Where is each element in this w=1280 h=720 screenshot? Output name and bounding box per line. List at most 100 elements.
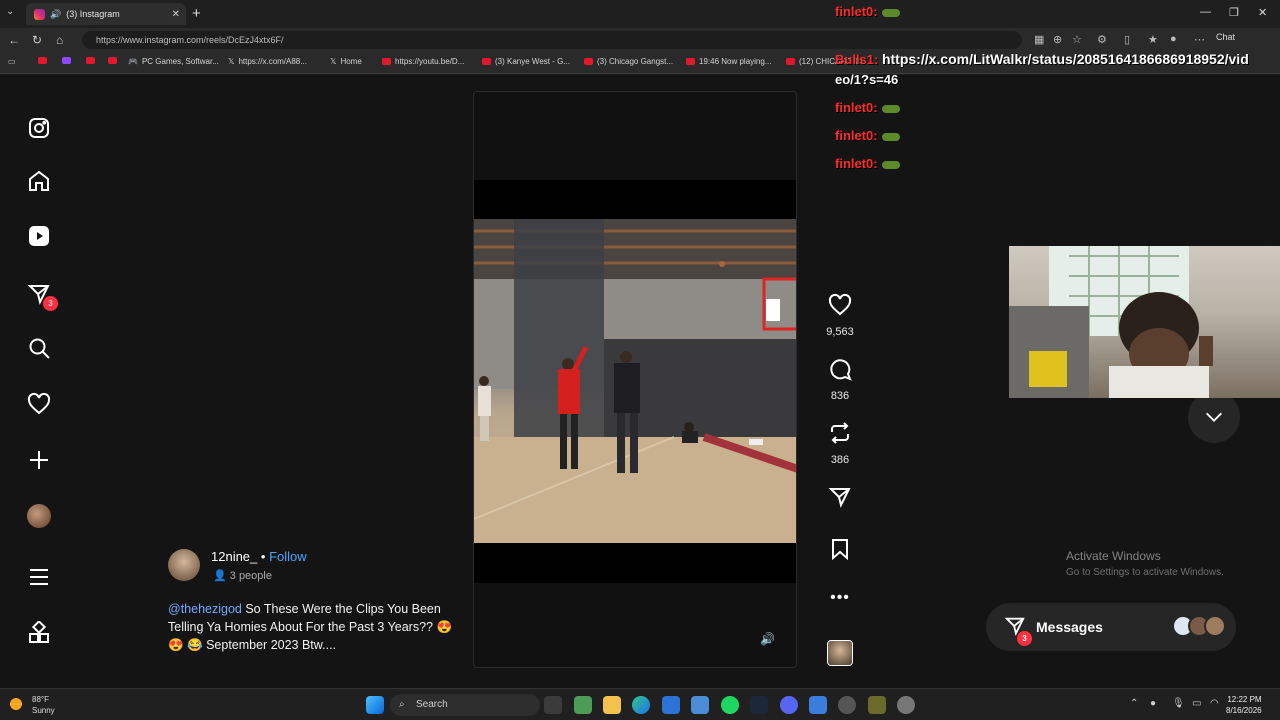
tab-actions-icon[interactable]: ⌄ — [6, 6, 14, 17]
bookmark-chicago[interactable]: (3) Chicago Gangst... — [584, 57, 673, 66]
reel-caption: @thehezigod So These Were the Clips You … — [168, 600, 458, 654]
comment-button[interactable]: 836 — [812, 357, 868, 402]
hamburger-menu-icon[interactable] — [26, 564, 52, 590]
audio-thumbnail[interactable] — [812, 640, 868, 671]
bookmark-kanye[interactable]: (3) Kanye West - G... — [482, 57, 570, 66]
split-screen-icon[interactable]: ▯ — [1124, 33, 1130, 46]
search-icon[interactable] — [26, 335, 52, 361]
author-username[interactable]: 12nine_ — [211, 549, 257, 564]
bookmark-apps-icon[interactable]: ▭ — [8, 57, 16, 66]
messages-badge: 3 — [43, 296, 58, 311]
close-tab-icon[interactable]: ✕ — [172, 9, 180, 20]
app-icon[interactable] — [868, 696, 886, 714]
favorite-icon[interactable]: ☆ — [1072, 33, 1082, 46]
spotify-icon[interactable] — [721, 696, 739, 714]
obs-icon[interactable] — [838, 696, 856, 714]
start-icon[interactable] — [366, 696, 384, 714]
discord-icon[interactable] — [780, 696, 798, 714]
sun-icon — [10, 698, 22, 710]
edge-browser-icon[interactable] — [632, 696, 650, 714]
refresh-icon[interactable]: ↻ — [32, 33, 42, 47]
bookmark-x-home[interactable]: 𝕏 Home — [330, 57, 362, 66]
chat-line: Bulls1: https://x.com/LitWalkr/status/20… — [835, 51, 1249, 67]
emote-icon — [881, 8, 900, 17]
separator-dot: • — [260, 549, 266, 564]
chat-line: finlet0: — [835, 100, 900, 115]
minimize-icon[interactable]: — — [1200, 6, 1211, 18]
chat-line: finlet0: — [835, 128, 900, 143]
home-icon[interactable]: ⌂ — [56, 33, 63, 47]
reel-video-frame[interactable] — [474, 219, 796, 543]
chevron-down-icon — [1206, 412, 1222, 422]
weather-widget[interactable]: 88°F Sunny — [10, 694, 55, 716]
chat-button[interactable]: Chat — [1216, 32, 1235, 42]
bookmark-label: PC Games, Softwar... — [141, 57, 219, 66]
bookmark-pcgames[interactable]: 🎮 PC Games, Softwar... — [128, 57, 219, 66]
steam-icon[interactable] — [750, 696, 768, 714]
profile-avatar-icon[interactable]: ● — [1170, 33, 1177, 45]
url-field[interactable]: https://www.instagram.com/reels/DcEzJ4xt… — [82, 31, 1022, 49]
tray-chevron-icon[interactable]: ⌃ — [1130, 698, 1138, 709]
messages-icon[interactable]: 3 — [26, 281, 58, 311]
save-button[interactable] — [812, 537, 868, 566]
bookmark-x-1[interactable]: 𝕏https://x.com/A88... — [228, 57, 307, 66]
app-icon[interactable] — [574, 696, 592, 714]
webcam-scene — [1009, 246, 1213, 398]
bookmark-yt-1[interactable] — [38, 57, 47, 64]
messages-button[interactable]: 3 Messages — [986, 603, 1236, 651]
instagram-logo-icon[interactable] — [26, 115, 52, 141]
caption-mention[interactable]: @thehezigod — [168, 602, 242, 616]
youtube-icon — [786, 58, 795, 65]
task-view-icon[interactable] — [544, 696, 562, 714]
share-icon — [828, 488, 851, 508]
letterbox-top — [474, 180, 796, 220]
bookmark-twitch[interactable] — [62, 57, 71, 64]
heart-notifications-icon[interactable] — [26, 391, 52, 417]
zoom-icon[interactable]: ⊕ — [1053, 33, 1062, 46]
tab-instagram[interactable]: 🔊 (3) Instagram ✕ — [26, 3, 186, 25]
clock[interactable]: 12:22 PM 8/16/2026 — [1226, 694, 1262, 716]
create-plus-icon[interactable] — [26, 447, 52, 473]
file-explorer-icon[interactable] — [603, 696, 621, 714]
display-icon[interactable]: ▭ — [1192, 698, 1201, 709]
share-button[interactable] — [812, 485, 868, 514]
bookmark-nowplaying[interactable]: 19:46 Now playing... — [686, 57, 772, 66]
reels-icon[interactable] — [26, 223, 52, 249]
next-reel-button[interactable] — [1188, 391, 1240, 443]
store-icon[interactable] — [662, 696, 680, 714]
bookmark-yt-3[interactable] — [108, 57, 117, 64]
bookmark-label: (3) Chicago Gangst... — [597, 57, 674, 66]
windows-taskbar: 88°F Sunny ⌕ Search ⌃ ● 🎙 ▭ ◠ 12:22 PM 8… — [0, 688, 1280, 720]
microphone-icon[interactable]: 🎙 — [1172, 698, 1185, 709]
letterbox-bottom — [474, 543, 796, 583]
favorites-bar-icon[interactable]: ★ — [1148, 33, 1158, 46]
tagged-people[interactable]: 👤 3 people — [213, 569, 272, 582]
grid-icon[interactable]: ▦ — [1034, 33, 1044, 46]
emote-icon — [881, 160, 900, 169]
taskbar-search[interactable]: ⌕ Search — [390, 694, 540, 716]
new-tab-button[interactable]: + — [192, 5, 201, 22]
close-window-icon[interactable]: ✕ — [1258, 6, 1267, 19]
like-button[interactable]: 9,563 — [812, 293, 868, 338]
profile-avatar[interactable] — [26, 503, 52, 529]
extensions-icon[interactable]: ⚙ — [1097, 33, 1107, 46]
wifi-icon[interactable]: ◠ — [1210, 698, 1219, 709]
bookmark-youtu[interactable]: https://youtu.be/D... — [382, 57, 464, 66]
settings-icon[interactable] — [897, 696, 915, 714]
repost-button[interactable]: 386 — [812, 421, 868, 466]
bookmark-yt-2[interactable] — [86, 57, 95, 64]
more-menu-icon[interactable]: ⋯ — [1194, 33, 1205, 46]
tray-app-icon[interactable]: ● — [1150, 698, 1156, 709]
volume-icon[interactable]: 🔊 — [760, 632, 775, 646]
meta-apps-icon[interactable] — [26, 620, 52, 646]
back-icon[interactable]: ← — [8, 33, 20, 47]
reel-player[interactable]: 🔊 — [473, 91, 797, 668]
app-icon[interactable] — [691, 696, 709, 714]
speaker-icon[interactable]: 🔊 — [50, 9, 61, 20]
author-avatar[interactable] — [168, 549, 200, 581]
follow-button[interactable]: Follow — [269, 549, 307, 564]
home-icon[interactable] — [26, 168, 52, 194]
more-options-icon[interactable]: ••• — [812, 589, 868, 607]
maximize-icon[interactable]: ❐ — [1229, 6, 1239, 19]
app-icon[interactable] — [809, 696, 827, 714]
